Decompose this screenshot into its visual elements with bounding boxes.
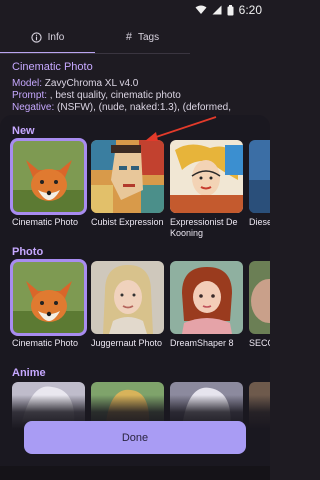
- style-title: Cinematic Photo: [12, 61, 93, 73]
- model-value: ZavyChroma XL v4.0: [42, 78, 139, 89]
- negative-key: Negative:: [12, 102, 55, 113]
- info-icon: [31, 31, 42, 43]
- style-card-label: Cinematic Photo: [12, 338, 79, 348]
- wifi-icon: [195, 5, 207, 14]
- section-title-anime: Anime: [12, 367, 46, 379]
- signal-icon: [212, 5, 222, 15]
- thumb-fox: [10, 259, 87, 336]
- thumb-expressionist: [170, 140, 243, 213]
- thumb-fox: [10, 138, 87, 215]
- row-photo: Cinematic Photo Juggernaut Photo DreamSh…: [10, 259, 270, 349]
- style-card-label: Diese: [249, 217, 270, 227]
- style-card-diesel[interactable]: Diese: [249, 140, 270, 239]
- thumb-dreamshaper: [170, 261, 243, 334]
- style-card-label: Expressionist De Kooning: [170, 217, 238, 238]
- section-title-new: New: [12, 125, 35, 137]
- status-bar: 6:20: [0, 0, 270, 20]
- style-card-juggernaut-photo[interactable]: Juggernaut Photo: [91, 261, 164, 349]
- thumb-seco: [249, 261, 270, 334]
- tab-info[interactable]: Info: [0, 20, 95, 54]
- navigation-bar: [0, 466, 270, 480]
- style-card-cinematic-photo[interactable]: Cinematic Photo: [10, 138, 87, 239]
- hash-icon: #: [125, 31, 132, 43]
- style-card-label: SECO: [249, 338, 270, 348]
- tab-tags[interactable]: # Tags: [95, 20, 190, 54]
- style-card-label: Cubist Expression: [91, 217, 164, 227]
- tab-divider: [0, 53, 190, 54]
- prompt-line: Prompt: , best quality, cinematic photo: [12, 90, 262, 102]
- style-card-label: Juggernaut Photo: [91, 338, 163, 348]
- model-line: Model: ZavyChroma XL v4.0: [12, 78, 262, 90]
- tab-info-label: Info: [47, 31, 65, 43]
- thumb-diesel: [249, 140, 270, 213]
- tab-tags-label: Tags: [138, 31, 160, 43]
- annotation-arrow-icon: [145, 116, 217, 141]
- style-card-seco[interactable]: SECO: [249, 261, 270, 349]
- model-key: Model:: [12, 78, 43, 89]
- style-card-cinematic-photo[interactable]: Cinematic Photo: [10, 259, 87, 349]
- style-card-label: DreamShaper 8: [170, 338, 234, 348]
- section-title-photo: Photo: [12, 246, 44, 258]
- style-card-cubist-expression[interactable]: Cubist Expression: [91, 140, 164, 239]
- style-card-dreamshaper-8[interactable]: DreamShaper 8: [170, 261, 243, 349]
- prompt-value: , best quality, cinematic photo: [47, 90, 181, 101]
- done-button[interactable]: Done: [24, 421, 246, 454]
- row-new: Cinematic Photo Cubist Expression Expres…: [10, 138, 270, 239]
- negative-line: Negative: (NSFW), (nude, naked:1.3), (de…: [12, 102, 262, 114]
- style-card-expressionist-de-kooning[interactable]: Expressionist De Kooning: [170, 140, 243, 239]
- battery-icon: [227, 4, 234, 15]
- thumb-juggernaut: [91, 261, 164, 334]
- negative-value: (NSFW), (nude, naked:1.3), (deformed,: [54, 102, 231, 113]
- tab-bar: Info # Tags: [0, 20, 190, 54]
- prompt-key: Prompt:: [12, 90, 48, 101]
- style-info: Cinematic Photo Model: ZavyChroma XL v4.…: [12, 61, 262, 114]
- style-card-label: Cinematic Photo: [12, 217, 79, 227]
- status-time: 6:20: [238, 3, 262, 17]
- thumb-cubist: [91, 140, 164, 213]
